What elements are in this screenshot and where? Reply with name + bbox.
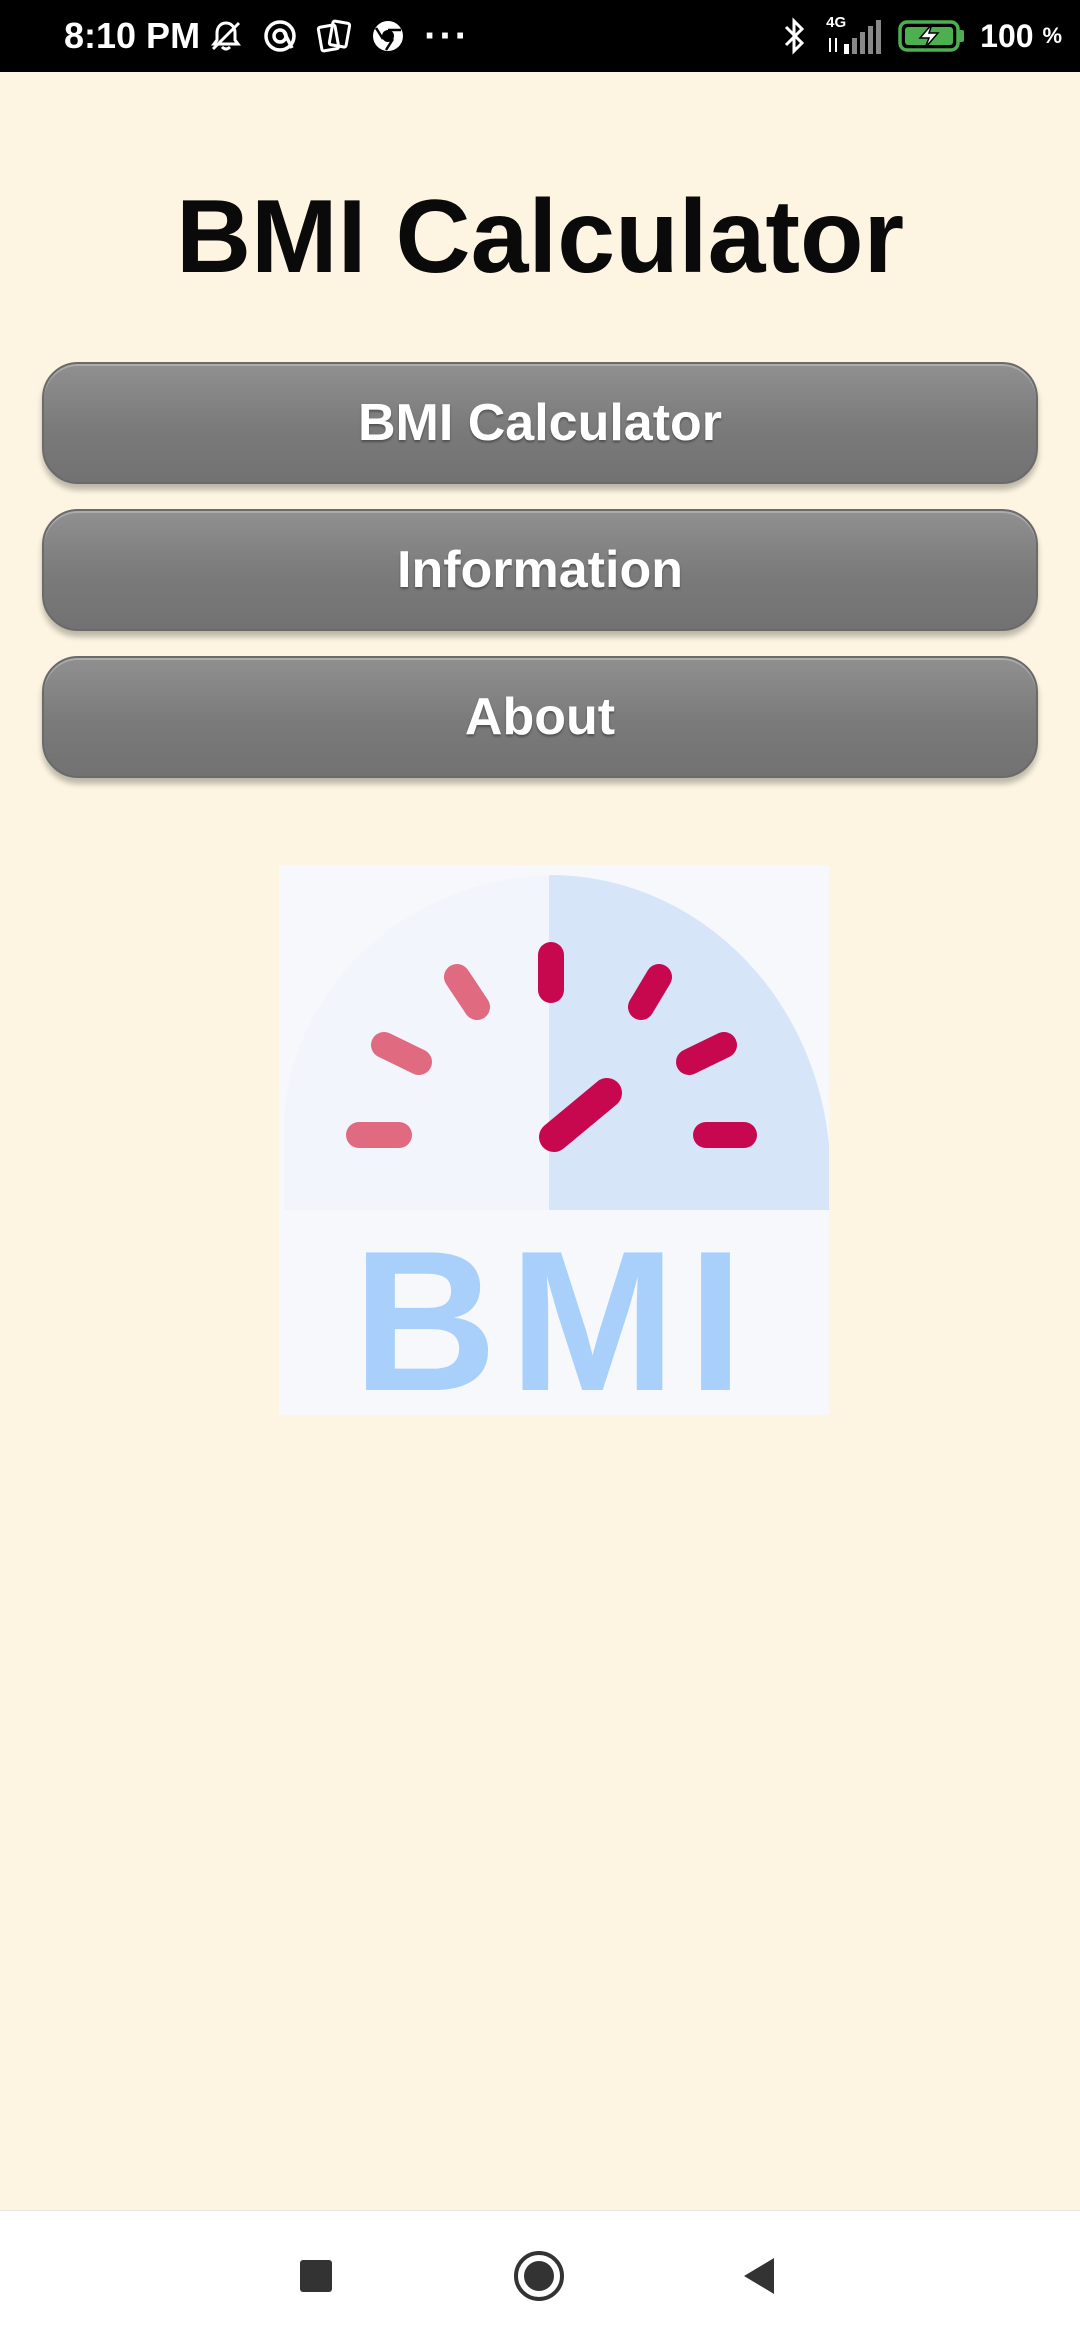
information-button[interactable]: Information [42, 509, 1038, 631]
battery-percent: 100 [980, 18, 1034, 54]
back-button[interactable] [730, 2246, 790, 2306]
bmi-logo-icon: BMI [279, 865, 831, 1433]
more-indicator: ··· [424, 14, 470, 58]
bmi-logo: BMI [279, 865, 831, 1433]
chrome-icon [370, 18, 406, 54]
recents-button[interactable] [286, 2246, 346, 2306]
notifications-off-icon [208, 18, 244, 54]
about-button[interactable]: About [42, 656, 1038, 778]
page-title: BMI Calculator [175, 179, 905, 295]
bluetooth-icon [782, 16, 808, 56]
status-time: 8:10 PM [64, 15, 201, 56]
status-system-icons: 4G 100 % [782, 14, 1062, 58]
home-button[interactable] [509, 2246, 569, 2306]
status-notification-icons: ··· [208, 14, 470, 58]
home-icon [514, 2251, 564, 2301]
bmi-calculator-button[interactable]: BMI Calculator [42, 362, 1038, 484]
status-bar: 8:10 PM ··· 4G 100 % [0, 0, 1080, 72]
battery-charging-icon [898, 18, 966, 54]
recents-icon [300, 2260, 332, 2292]
battery-percent-symbol: % [1042, 23, 1062, 48]
signal-icon: 4G [822, 14, 884, 56]
bmi-logo-text: BMI [353, 1210, 756, 1415]
vpn-icon [262, 18, 298, 54]
back-icon [744, 2258, 774, 2294]
battery-level: 100 % [980, 18, 1062, 54]
cards-icon [316, 18, 352, 54]
system-navigation-bar [0, 2210, 1080, 2341]
